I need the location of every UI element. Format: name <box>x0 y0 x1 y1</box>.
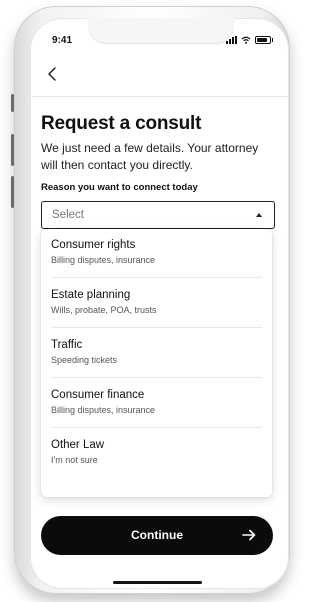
option-estate-planning[interactable]: Estate planning Wills, probate, POA, tru… <box>41 279 272 328</box>
option-consumer-rights[interactable]: Consumer rights Billing disputes, insura… <box>41 229 272 278</box>
option-title: Consumer finance <box>51 389 145 401</box>
option-subtitle: Billing disputes, insurance <box>51 255 156 265</box>
option-title: Other Law <box>51 439 105 451</box>
caret-up-icon <box>256 213 262 217</box>
option-subtitle: Wills, probate, POA, trusts <box>51 305 157 315</box>
volume-up-button <box>11 134 14 166</box>
option-subtitle: Billing disputes, insurance <box>51 405 156 415</box>
option-subtitle: Speeding tickets <box>51 355 118 365</box>
status-time: 9:41 <box>52 35 73 46</box>
volume-down-button <box>11 176 14 208</box>
signal-icon <box>226 36 237 44</box>
option-title: Consumer rights <box>51 239 136 251</box>
continue-label: Continue <box>131 528 183 542</box>
page-title: Request a consult <box>41 113 202 134</box>
option-title: Estate planning <box>51 289 131 301</box>
page-subtitle: We just need a few details. Your attorne… <box>41 141 259 172</box>
option-consumer-finance[interactable]: Consumer finance Billing disputes, insur… <box>41 379 272 428</box>
option-divider <box>51 427 262 428</box>
option-traffic[interactable]: Traffic Speeding tickets <box>41 329 272 378</box>
mute-switch <box>11 94 14 112</box>
header-divider <box>30 96 289 97</box>
select-value: Select <box>52 209 84 221</box>
status-icons <box>226 36 273 44</box>
option-divider <box>51 377 262 378</box>
chevron-left-icon <box>48 67 56 81</box>
reason-dropdown-menu: Consumer rights Billing disputes, insura… <box>41 229 272 497</box>
option-other-law[interactable]: Other Law I'm not sure <box>41 429 272 478</box>
option-title: Traffic <box>51 339 83 351</box>
wifi-icon <box>241 36 251 44</box>
reason-select[interactable]: Select <box>41 201 275 229</box>
notch <box>88 18 234 44</box>
option-divider <box>51 277 262 278</box>
home-indicator <box>113 581 202 584</box>
option-subtitle: I'm not sure <box>51 455 98 465</box>
reason-label: Reason you want to connect today <box>41 182 198 193</box>
continue-button[interactable]: Continue <box>41 516 273 555</box>
phone-screen: 9:41 Request a consult We just need a fe… <box>30 18 289 589</box>
battery-icon <box>255 36 273 44</box>
back-button[interactable] <box>42 64 62 84</box>
option-divider <box>51 327 262 328</box>
arrow-right-icon <box>242 529 256 541</box>
